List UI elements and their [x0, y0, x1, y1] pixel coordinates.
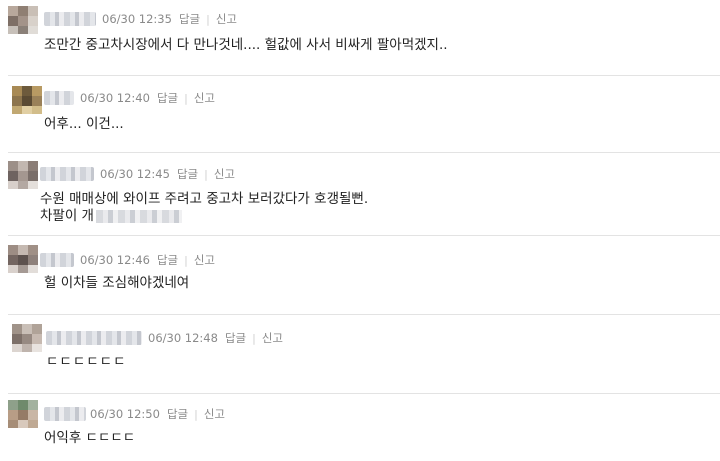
report-link[interactable]: 신고 — [204, 406, 225, 422]
report-link[interactable]: 신고 — [194, 252, 215, 268]
comment-text: 헐 이차들 조심해야겠네여 — [44, 275, 190, 291]
report-link[interactable]: 신고 — [262, 330, 283, 346]
reply-link[interactable]: 답글 — [179, 11, 200, 27]
report-link[interactable]: 신고 — [194, 90, 215, 106]
separator: | — [252, 331, 256, 345]
author-name[interactable] — [44, 91, 74, 105]
comment-divider — [8, 393, 720, 394]
separator: | — [184, 253, 188, 267]
reply-link[interactable]: 답글 — [157, 252, 178, 268]
avatar[interactable] — [8, 6, 38, 34]
comment-date: 06/30 12:40 — [80, 91, 150, 105]
comment-date: 06/30 12:50 — [90, 407, 160, 421]
report-link[interactable]: 신고 — [216, 11, 237, 27]
separator: | — [206, 12, 210, 26]
separator: | — [204, 167, 208, 181]
redacted-text — [95, 209, 182, 223]
comment-date: 06/30 12:45 — [100, 167, 170, 181]
avatar[interactable] — [12, 324, 42, 352]
comment-divider — [8, 314, 720, 315]
comment-text-line2-text: 차팔이 개 — [40, 208, 94, 224]
comment-text: 어익후 ㄷㄷㄷㄷ — [44, 430, 136, 446]
comment-text: ㄷㄷㄷㄷㄷㄷ — [46, 354, 127, 370]
comment-divider — [8, 75, 720, 76]
avatar[interactable] — [8, 161, 38, 189]
author-name[interactable] — [44, 407, 86, 421]
comment-divider — [8, 152, 720, 153]
comment-text: 어후... 이건... — [44, 116, 124, 132]
comment-text-line2: 차팔이 개 — [40, 206, 182, 226]
avatar[interactable] — [12, 86, 42, 114]
comment-date: 06/30 12:48 — [148, 331, 218, 345]
separator: | — [194, 407, 198, 421]
comment-date: 06/30 12:46 — [80, 253, 150, 267]
report-link[interactable]: 신고 — [214, 166, 235, 182]
reply-link[interactable]: 답글 — [177, 166, 198, 182]
reply-link[interactable]: 답글 — [225, 330, 246, 346]
reply-link[interactable]: 답글 — [167, 406, 188, 422]
comment-text: 조만간 중고차시장에서 다 만나것네.... 헐값에 사서 비싸게 팔아먹겠지.… — [44, 37, 448, 53]
author-name[interactable] — [40, 253, 74, 267]
comment-divider — [8, 235, 720, 236]
author-name[interactable] — [40, 167, 94, 181]
author-name[interactable] — [44, 12, 96, 26]
separator: | — [184, 91, 188, 105]
reply-link[interactable]: 답글 — [157, 90, 178, 106]
author-name[interactable] — [46, 331, 142, 345]
comment-date: 06/30 12:35 — [102, 12, 172, 26]
avatar[interactable] — [8, 245, 38, 273]
avatar[interactable] — [8, 400, 38, 428]
